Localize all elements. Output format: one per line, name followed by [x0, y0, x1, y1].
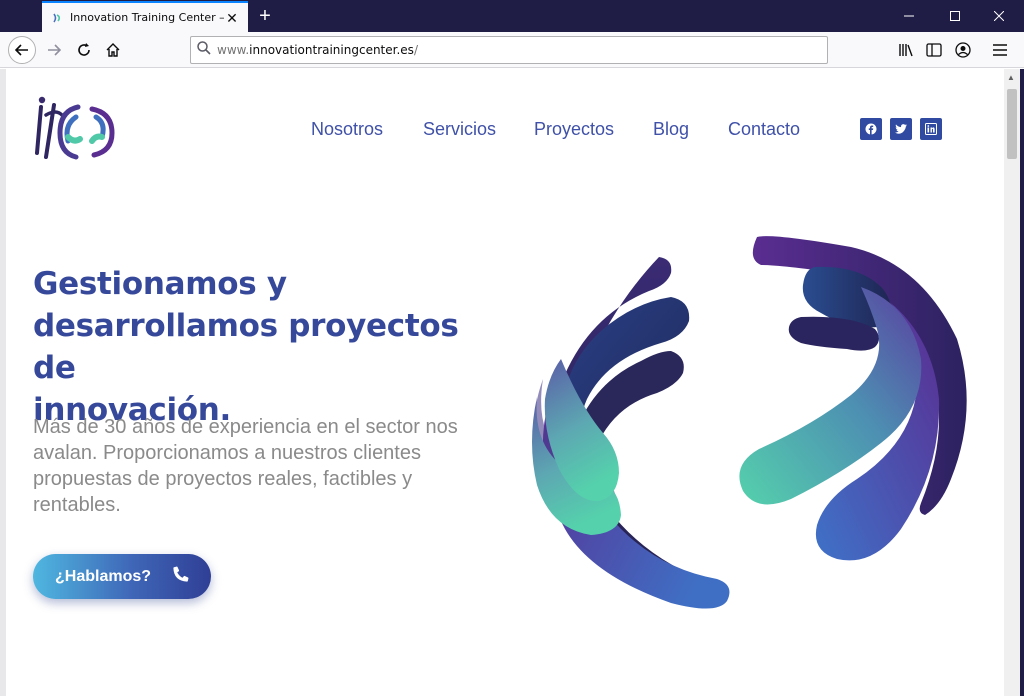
window-right-edge: [1020, 69, 1024, 696]
sidebar-icon[interactable]: [920, 36, 948, 64]
facebook-icon[interactable]: [860, 118, 882, 140]
phone-icon: [173, 566, 189, 587]
nav-item-blog[interactable]: Blog: [653, 119, 689, 140]
nav-item-nosotros[interactable]: Nosotros: [311, 119, 383, 140]
library-icon[interactable]: [892, 36, 920, 64]
web-page: Nosotros Servicios Proyectos Blog Contac…: [6, 69, 1004, 696]
hero-headline: Gestionamos y desarrollamos proyectos de…: [33, 266, 459, 428]
hablamos-button[interactable]: ¿Hablamos?: [33, 554, 211, 599]
scroll-up-icon[interactable]: ▲: [1007, 73, 1015, 82]
nav-item-proyectos[interactable]: Proyectos: [534, 119, 614, 140]
close-window-button[interactable]: [976, 0, 1022, 32]
hero-illustration: [521, 229, 971, 629]
back-button[interactable]: [8, 36, 36, 64]
search-icon: [197, 40, 211, 60]
browser-titlebar: Innovation Training Center – Ge ✕ +: [0, 0, 1024, 32]
menu-icon[interactable]: [986, 36, 1014, 64]
home-button[interactable]: [99, 36, 127, 64]
new-tab-button[interactable]: +: [254, 5, 276, 27]
browser-tab[interactable]: Innovation Training Center – Ge ✕: [42, 1, 248, 32]
address-bar[interactable]: www.innovationtrainingcenter.es/: [190, 36, 828, 64]
page-scrollbar[interactable]: ▲: [1004, 69, 1020, 696]
hero-subtext: Más de 30 años de experiencia en el sect…: [33, 416, 458, 516]
scroll-thumb[interactable]: [1007, 89, 1017, 159]
site-favicon-icon: [50, 11, 64, 25]
nav-item-servicios[interactable]: Servicios: [423, 119, 496, 140]
maximize-button[interactable]: [932, 0, 978, 32]
linkedin-icon[interactable]: [920, 118, 942, 140]
nav-item-contacto[interactable]: Contacto: [728, 119, 800, 140]
twitter-icon[interactable]: [890, 118, 912, 140]
forward-button[interactable]: [40, 36, 68, 64]
tab-title: Innovation Training Center – Ge: [70, 11, 224, 24]
reload-button[interactable]: [70, 36, 98, 64]
itc-logo[interactable]: [32, 95, 116, 163]
account-icon[interactable]: [949, 36, 977, 64]
tab-close-icon[interactable]: ✕: [224, 10, 240, 26]
url-text: www.innovationtrainingcenter.es/: [217, 43, 418, 57]
cta-label: ¿Hablamos?: [55, 567, 152, 585]
minimize-button[interactable]: [886, 0, 932, 32]
browser-toolbar: www.innovationtrainingcenter.es/: [0, 32, 1024, 68]
